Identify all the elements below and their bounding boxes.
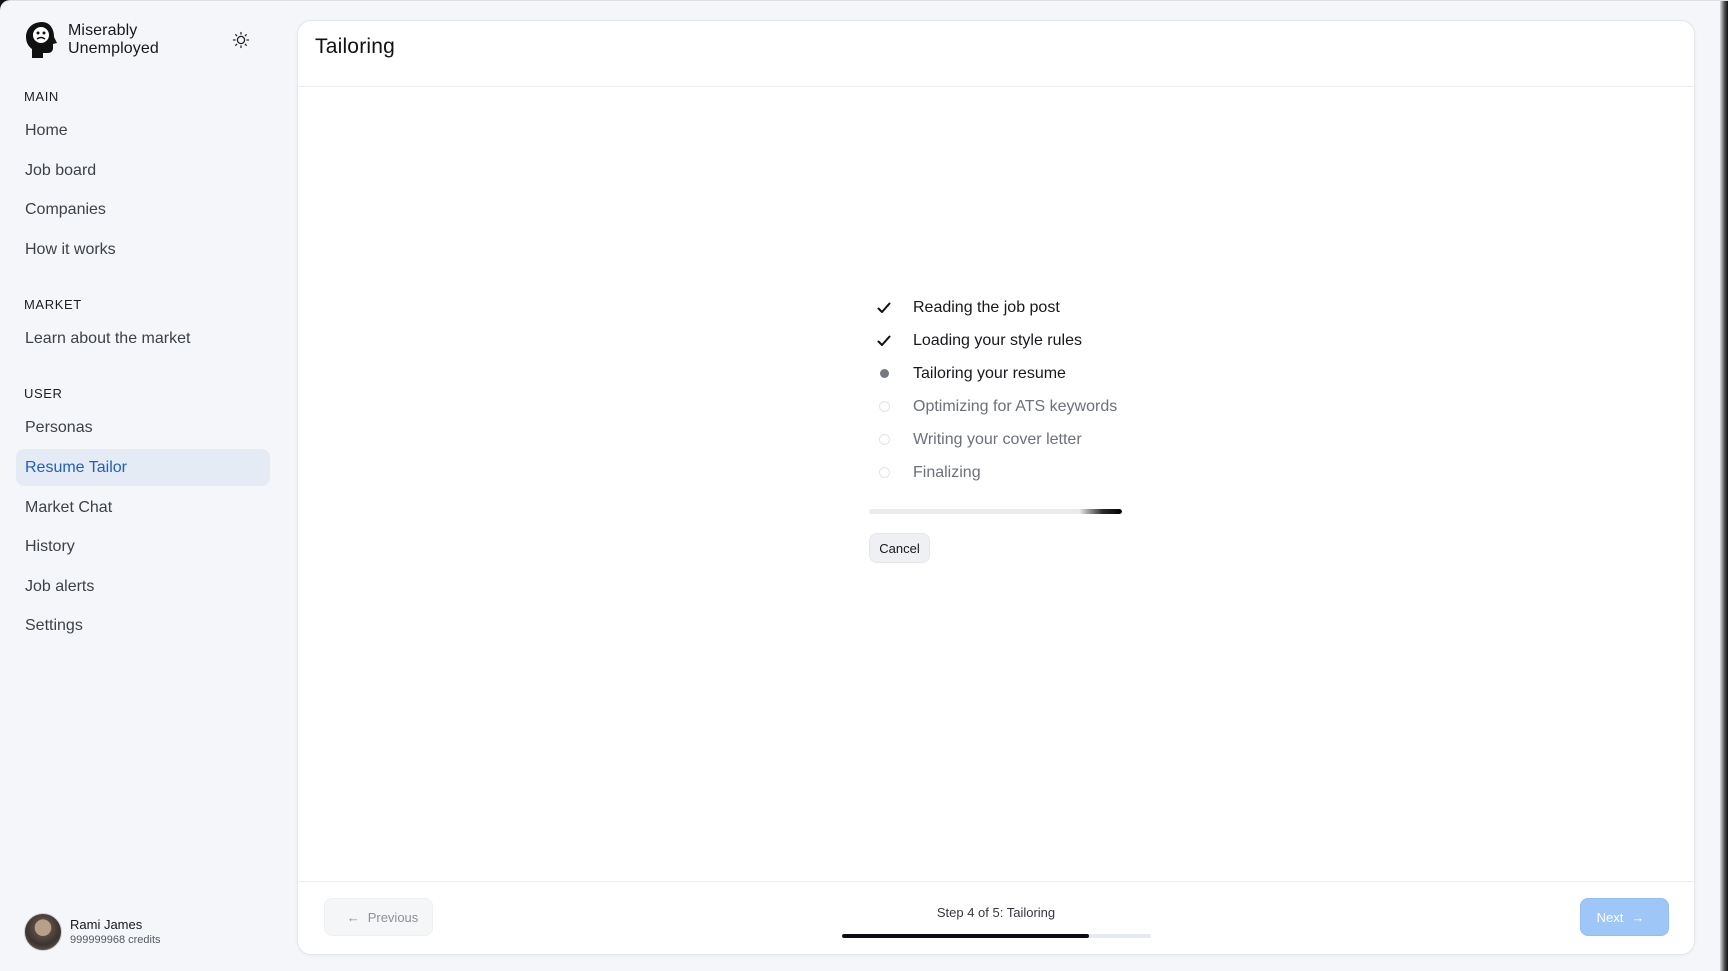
user-name: Rami James — [70, 916, 143, 932]
sidebar-item-label: Job board — [25, 161, 97, 179]
next-button[interactable]: Next → — [1580, 898, 1669, 936]
step-item: Optimizing for ATS keywords — [873, 390, 1117, 423]
sidebar-item-learn-market[interactable]: Learn about the market — [16, 320, 270, 357]
sidebar-item-history[interactable]: History — [16, 528, 270, 565]
step-label: Reading the job post — [913, 298, 1060, 316]
brand-logo-icon — [26, 22, 57, 58]
step-item: Tailoring your resume — [873, 357, 1117, 390]
user-credits: 999999968 credits — [70, 933, 161, 946]
checkmark-icon — [873, 297, 895, 319]
app-window: Miserably Unemployed MAIN Home Job board… — [0, 0, 1728, 971]
page-title: Tailoring — [315, 35, 396, 58]
next-label: Next — [1596, 909, 1624, 925]
step-item: Loading your style rules — [873, 324, 1117, 357]
sidebar-item-label: Settings — [25, 616, 83, 634]
brand-name: Miserably Unemployed — [68, 22, 159, 57]
section-title-user: USER — [24, 386, 63, 401]
sidebar-item-label: Job alerts — [25, 577, 95, 595]
sidebar-item-label: Home — [25, 121, 68, 139]
sidebar: Miserably Unemployed MAIN Home Job board… — [0, 1, 290, 971]
step-label: Optimizing for ATS keywords — [913, 397, 1118, 415]
sidebar-item-market-chat[interactable]: Market Chat — [16, 489, 270, 526]
wizard-progress-fill — [842, 934, 1090, 938]
sidebar-item-job-board[interactable]: Job board — [16, 152, 270, 189]
step-item: Writing your cover letter — [873, 423, 1117, 456]
sidebar-item-how-it-works[interactable]: How it works — [16, 231, 270, 268]
current-dot-icon — [873, 363, 895, 385]
sidebar-item-label: Learn about the market — [25, 329, 191, 347]
step-item: Finalizing — [873, 456, 1117, 489]
sidebar-item-label: How it works — [25, 240, 116, 258]
sidebar-item-label: Market Chat — [25, 498, 113, 516]
step-indicator: Step 4 of 5: Tailoring — [936, 905, 1056, 920]
sidebar-item-settings[interactable]: Settings — [16, 607, 270, 644]
avatar — [24, 913, 62, 951]
tailoring-progress-bar — [869, 509, 1122, 514]
wizard-progress-bar — [842, 934, 1151, 938]
step-label: Loading your style rules — [913, 331, 1082, 349]
sidebar-item-home[interactable]: Home — [16, 112, 270, 149]
brand[interactable]: Miserably Unemployed — [24, 20, 188, 60]
sidebar-item-companies[interactable]: Companies — [16, 191, 270, 228]
wizard-footer: ← Previous Step 4 of 5: Tailoring Next → — [298, 881, 1694, 954]
sidebar-item-label: Resume Tailor — [25, 458, 127, 476]
pending-circle-icon — [873, 396, 895, 418]
theme-toggle-button[interactable] — [228, 29, 254, 51]
section-title-main: MAIN — [24, 89, 59, 104]
sidebar-item-personas[interactable]: Personas — [16, 409, 270, 446]
tailoring-steps: Reading the job post Loading your style … — [873, 291, 1117, 489]
sidebar-item-label: Companies — [25, 200, 106, 218]
arrow-right-icon: → — [1631, 909, 1645, 925]
pending-circle-icon — [873, 429, 895, 451]
sidebar-item-label: History — [25, 537, 75, 555]
sun-icon — [232, 31, 250, 49]
step-label: Tailoring your resume — [913, 364, 1066, 382]
sidebar-item-job-alerts[interactable]: Job alerts — [16, 568, 270, 605]
sidebar-item-label: Personas — [25, 418, 93, 436]
main-panel: Tailoring Reading the job post Loading y… — [297, 20, 1695, 955]
user-profile[interactable]: Rami James 999999968 credits — [24, 913, 161, 951]
step-label: Writing your cover letter — [913, 430, 1082, 448]
section-title-market: MARKET — [24, 297, 82, 312]
sidebar-item-resume-tailor[interactable]: Resume Tailor — [16, 449, 270, 486]
pending-circle-icon — [873, 462, 895, 484]
main-header: Tailoring — [298, 21, 1694, 87]
checkmark-icon — [873, 330, 895, 352]
tailoring-progress-fill — [1079, 509, 1122, 514]
window-edge — [1720, 1, 1728, 971]
step-item: Reading the job post — [873, 291, 1117, 324]
cancel-button[interactable]: Cancel — [869, 533, 930, 563]
step-label: Finalizing — [913, 463, 981, 481]
